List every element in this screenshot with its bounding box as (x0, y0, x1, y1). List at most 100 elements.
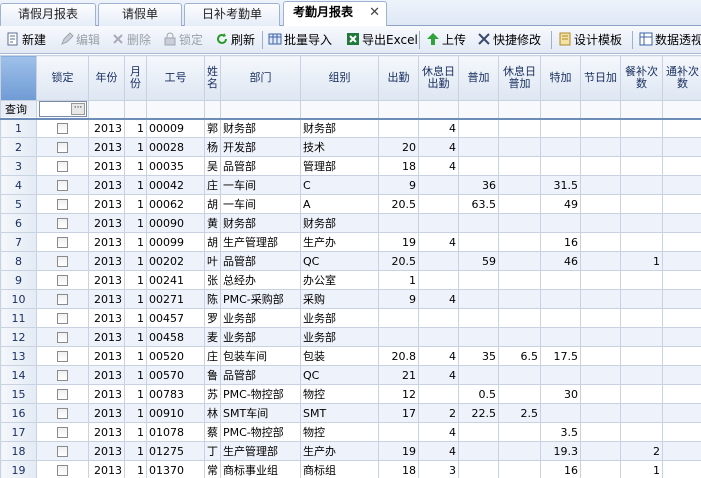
cell-group[interactable]: QC (300, 365, 379, 385)
cell-ot-normal[interactable]: 0.5 (458, 384, 499, 404)
cell-group[interactable]: 物控 (300, 384, 379, 404)
cell-travel-count[interactable] (662, 346, 701, 366)
cell-emp-id[interactable]: 00570 (146, 365, 205, 385)
cell-emp-id[interactable]: 00009 (146, 118, 205, 138)
row-number[interactable]: 18 (0, 441, 37, 461)
cell-emp-id[interactable]: 00042 (146, 175, 205, 195)
cell-rest-attendance[interactable] (418, 175, 459, 195)
cell-name[interactable]: 蔡 (204, 422, 221, 442)
table-row[interactable]: 15 2013 1 00783 苏 PMC-物控部 物控 12 0.5 30 (0, 384, 701, 404)
cell-ot-rest[interactable] (498, 175, 541, 195)
cell-meal-count[interactable] (620, 346, 663, 366)
cell-month[interactable]: 1 (124, 213, 147, 233)
col-header-ot-normal[interactable]: 普加 (458, 55, 499, 101)
cell-group[interactable]: 物控 (300, 422, 379, 442)
design-template-button[interactable]: 设计模板 (558, 30, 622, 50)
cell-ot-normal[interactable] (458, 118, 499, 138)
table-row[interactable]: 3 2013 1 00035 吴品管部 管理部 18 4 (0, 156, 701, 176)
cell-ot-normal[interactable] (458, 327, 499, 347)
cell-month[interactable]: 1 (124, 156, 147, 176)
lock-checkbox[interactable] (57, 294, 68, 305)
cell-attendance[interactable]: 20.5 (378, 194, 419, 214)
table-row[interactable]: 16 2013 1 00910 林 SMT车间 SMT 17 2 22.5 2.5 (0, 403, 701, 423)
cell-ot-holiday[interactable] (580, 175, 621, 195)
cell-attendance[interactable]: 1 (378, 270, 419, 290)
cell-rest-attendance[interactable] (418, 213, 459, 233)
cell-rest-attendance[interactable]: 4 (418, 289, 459, 309)
query-filter-cell[interactable] (540, 100, 581, 120)
lock-checkbox[interactable] (57, 275, 68, 286)
cell-ot-special[interactable]: 3.5 (540, 422, 581, 442)
pivot-button[interactable]: 数据透视 (639, 30, 701, 50)
lock-checkbox[interactable] (57, 465, 68, 476)
quick-edit-button[interactable]: 快捷修改 (477, 30, 541, 50)
cell-emp-id[interactable]: 00062 (146, 194, 205, 214)
cell-dept[interactable]: 包装车间 (220, 346, 301, 366)
lock-checkbox[interactable] (57, 123, 68, 135)
query-filter-lock[interactable]: ··· (36, 100, 89, 120)
cell-dept[interactable]: 业务部 (220, 327, 301, 347)
cell-attendance[interactable]: 9 (378, 175, 419, 195)
cell-meal-count[interactable] (620, 308, 663, 328)
cell-attendance[interactable]: 20.5 (378, 251, 419, 271)
cell-ot-rest[interactable]: 6.5 (498, 346, 541, 366)
col-header-rest-attendance[interactable]: 休息日出勤 (418, 55, 459, 101)
cell-ot-rest[interactable] (498, 194, 541, 214)
cell-name[interactable]: 吴 (204, 156, 221, 176)
cell-month[interactable]: 1 (124, 175, 147, 195)
query-filter-cell[interactable] (220, 100, 301, 120)
cell-rest-attendance[interactable] (418, 308, 459, 328)
row-number[interactable]: 2 (0, 137, 37, 157)
cell-travel-count[interactable] (662, 289, 701, 309)
cell-year[interactable]: 2013 (88, 403, 125, 423)
cell-name[interactable]: 庄 (204, 346, 221, 366)
cell-ot-normal[interactable]: 22.5 (458, 403, 499, 423)
lock-checkbox[interactable] (57, 313, 68, 324)
cell-year[interactable]: 2013 (88, 441, 125, 461)
table-row[interactable]: 18 2013 1 01275 丁生产管理部 生产办 19 4 19.3 2 (0, 441, 701, 461)
cell-attendance[interactable]: 18 (378, 156, 419, 176)
tab-daily-supplement-form[interactable]: 日补考勤单 (184, 3, 280, 26)
cell-ot-special[interactable]: 30 (540, 384, 581, 404)
cell-name[interactable]: 胡 (204, 232, 221, 252)
cell-name[interactable]: 罗 (204, 308, 221, 328)
query-filter-cell[interactable] (458, 100, 499, 120)
cell-ot-holiday[interactable] (580, 156, 621, 176)
new-button[interactable]: 新建 (6, 30, 46, 50)
lock-checkbox[interactable] (57, 256, 68, 267)
cell-year[interactable]: 2013 (88, 289, 125, 309)
cell-year[interactable]: 2013 (88, 232, 125, 252)
cell-travel-count[interactable] (662, 460, 701, 478)
cell-ot-normal[interactable]: 63.5 (458, 194, 499, 214)
cell-rest-attendance[interactable] (418, 270, 459, 290)
cell-ot-special[interactable]: 17.5 (540, 346, 581, 366)
cell-group[interactable]: 业务部 (300, 308, 379, 328)
tab-attendance-monthly-report[interactable]: 考勤月报表 ✕ (283, 1, 387, 27)
cell-ot-special[interactable] (540, 118, 581, 138)
cell-group[interactable]: 商标组 (300, 460, 379, 478)
cell-meal-count[interactable]: 2 (620, 441, 663, 461)
cell-month[interactable]: 1 (124, 289, 147, 309)
cell-name[interactable]: 叶 (204, 251, 221, 271)
row-number[interactable]: 13 (0, 346, 37, 366)
row-number[interactable]: 5 (0, 194, 37, 214)
query-filter-cell[interactable] (662, 100, 701, 120)
row-number[interactable]: 7 (0, 232, 37, 252)
cell-emp-id[interactable]: 00028 (146, 137, 205, 157)
cell-year[interactable]: 2013 (88, 422, 125, 442)
row-number[interactable]: 15 (0, 384, 37, 404)
col-header-attendance[interactable]: 出勤 (378, 55, 419, 101)
cell-travel-count[interactable] (662, 384, 701, 404)
query-filter-cell[interactable] (620, 100, 663, 120)
cell-ot-holiday[interactable] (580, 327, 621, 347)
cell-travel-count[interactable] (662, 194, 701, 214)
cell-ot-holiday[interactable] (580, 251, 621, 271)
cell-group[interactable]: 业务部 (300, 327, 379, 347)
row-number[interactable]: 3 (0, 156, 37, 176)
cell-travel-count[interactable] (662, 403, 701, 423)
cell-name[interactable]: 苏 (204, 384, 221, 404)
cell-ot-normal[interactable] (458, 308, 499, 328)
lock-checkbox[interactable] (57, 408, 68, 419)
col-header-dept[interactable]: 部门 (220, 55, 301, 101)
cell-travel-count[interactable] (662, 441, 701, 461)
